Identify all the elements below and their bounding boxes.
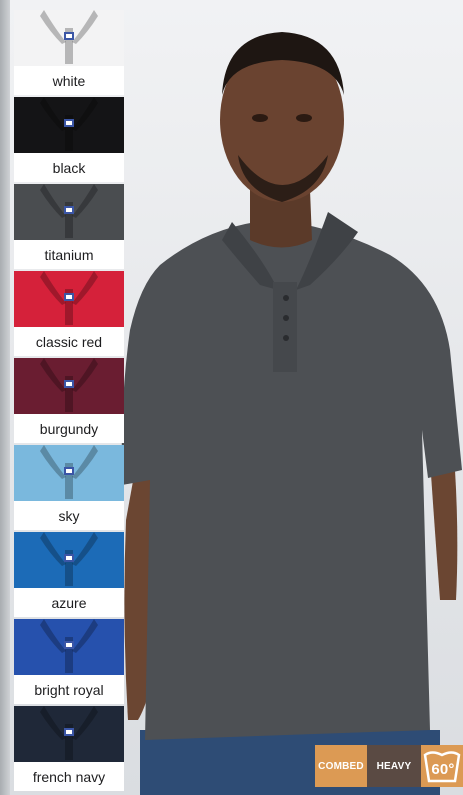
swatch-label: black — [52, 159, 86, 176]
color-swatch-black[interactable]: black — [14, 97, 124, 182]
polo-shirt-thumbnail — [14, 271, 124, 327]
heavy-badge: HEAVY — [367, 745, 421, 787]
left-edge-strip — [0, 0, 10, 795]
button-2 — [283, 315, 289, 321]
swatch-label: white — [52, 72, 86, 89]
button-1 — [283, 295, 289, 301]
polo-shirt-thumbnail — [14, 10, 124, 66]
swatch-label: titanium — [44, 246, 94, 263]
color-swatch-burgundy[interactable]: burgundy — [14, 358, 124, 443]
color-swatch-bright-royal[interactable]: bright royal — [14, 619, 124, 704]
combed-badge: COMBED — [315, 745, 367, 787]
color-swatch-white[interactable]: white — [14, 10, 124, 95]
wash-temperature: 60° — [431, 760, 455, 778]
polo-shirt-thumbnail — [14, 619, 124, 675]
swatch-label: bright royal — [34, 681, 104, 698]
eye-left — [252, 114, 268, 122]
polo-shirt-thumbnail — [14, 358, 124, 414]
color-swatch-titanium[interactable]: titanium — [14, 184, 124, 269]
swatch-label: french navy — [32, 768, 106, 785]
color-swatch-sky[interactable]: sky — [14, 445, 124, 530]
polo-shirt-thumbnail — [14, 184, 124, 240]
swatch-label: azure — [51, 594, 87, 611]
polo-shirt-thumbnail — [14, 706, 124, 762]
wash-temperature-badge: 60° — [421, 745, 463, 787]
color-swatch-classic-red[interactable]: classic red — [14, 271, 124, 356]
color-swatch-french-navy[interactable]: french navy — [14, 706, 124, 791]
swatch-label: sky — [58, 507, 80, 524]
polo-shirt-thumbnail — [14, 445, 124, 501]
button-3 — [283, 335, 289, 341]
color-swatch-azure[interactable]: azure — [14, 532, 124, 617]
feature-badges: COMBED HEAVY 60° — [315, 745, 463, 787]
eye-right — [296, 114, 312, 122]
polo-shirt-thumbnail — [14, 532, 124, 588]
swatch-label: burgundy — [39, 420, 99, 437]
color-swatch-list: white black titanium classic red burgundy sky… — [14, 10, 124, 792]
polo-shirt-thumbnail — [14, 97, 124, 153]
swatch-label: classic red — [35, 333, 103, 350]
